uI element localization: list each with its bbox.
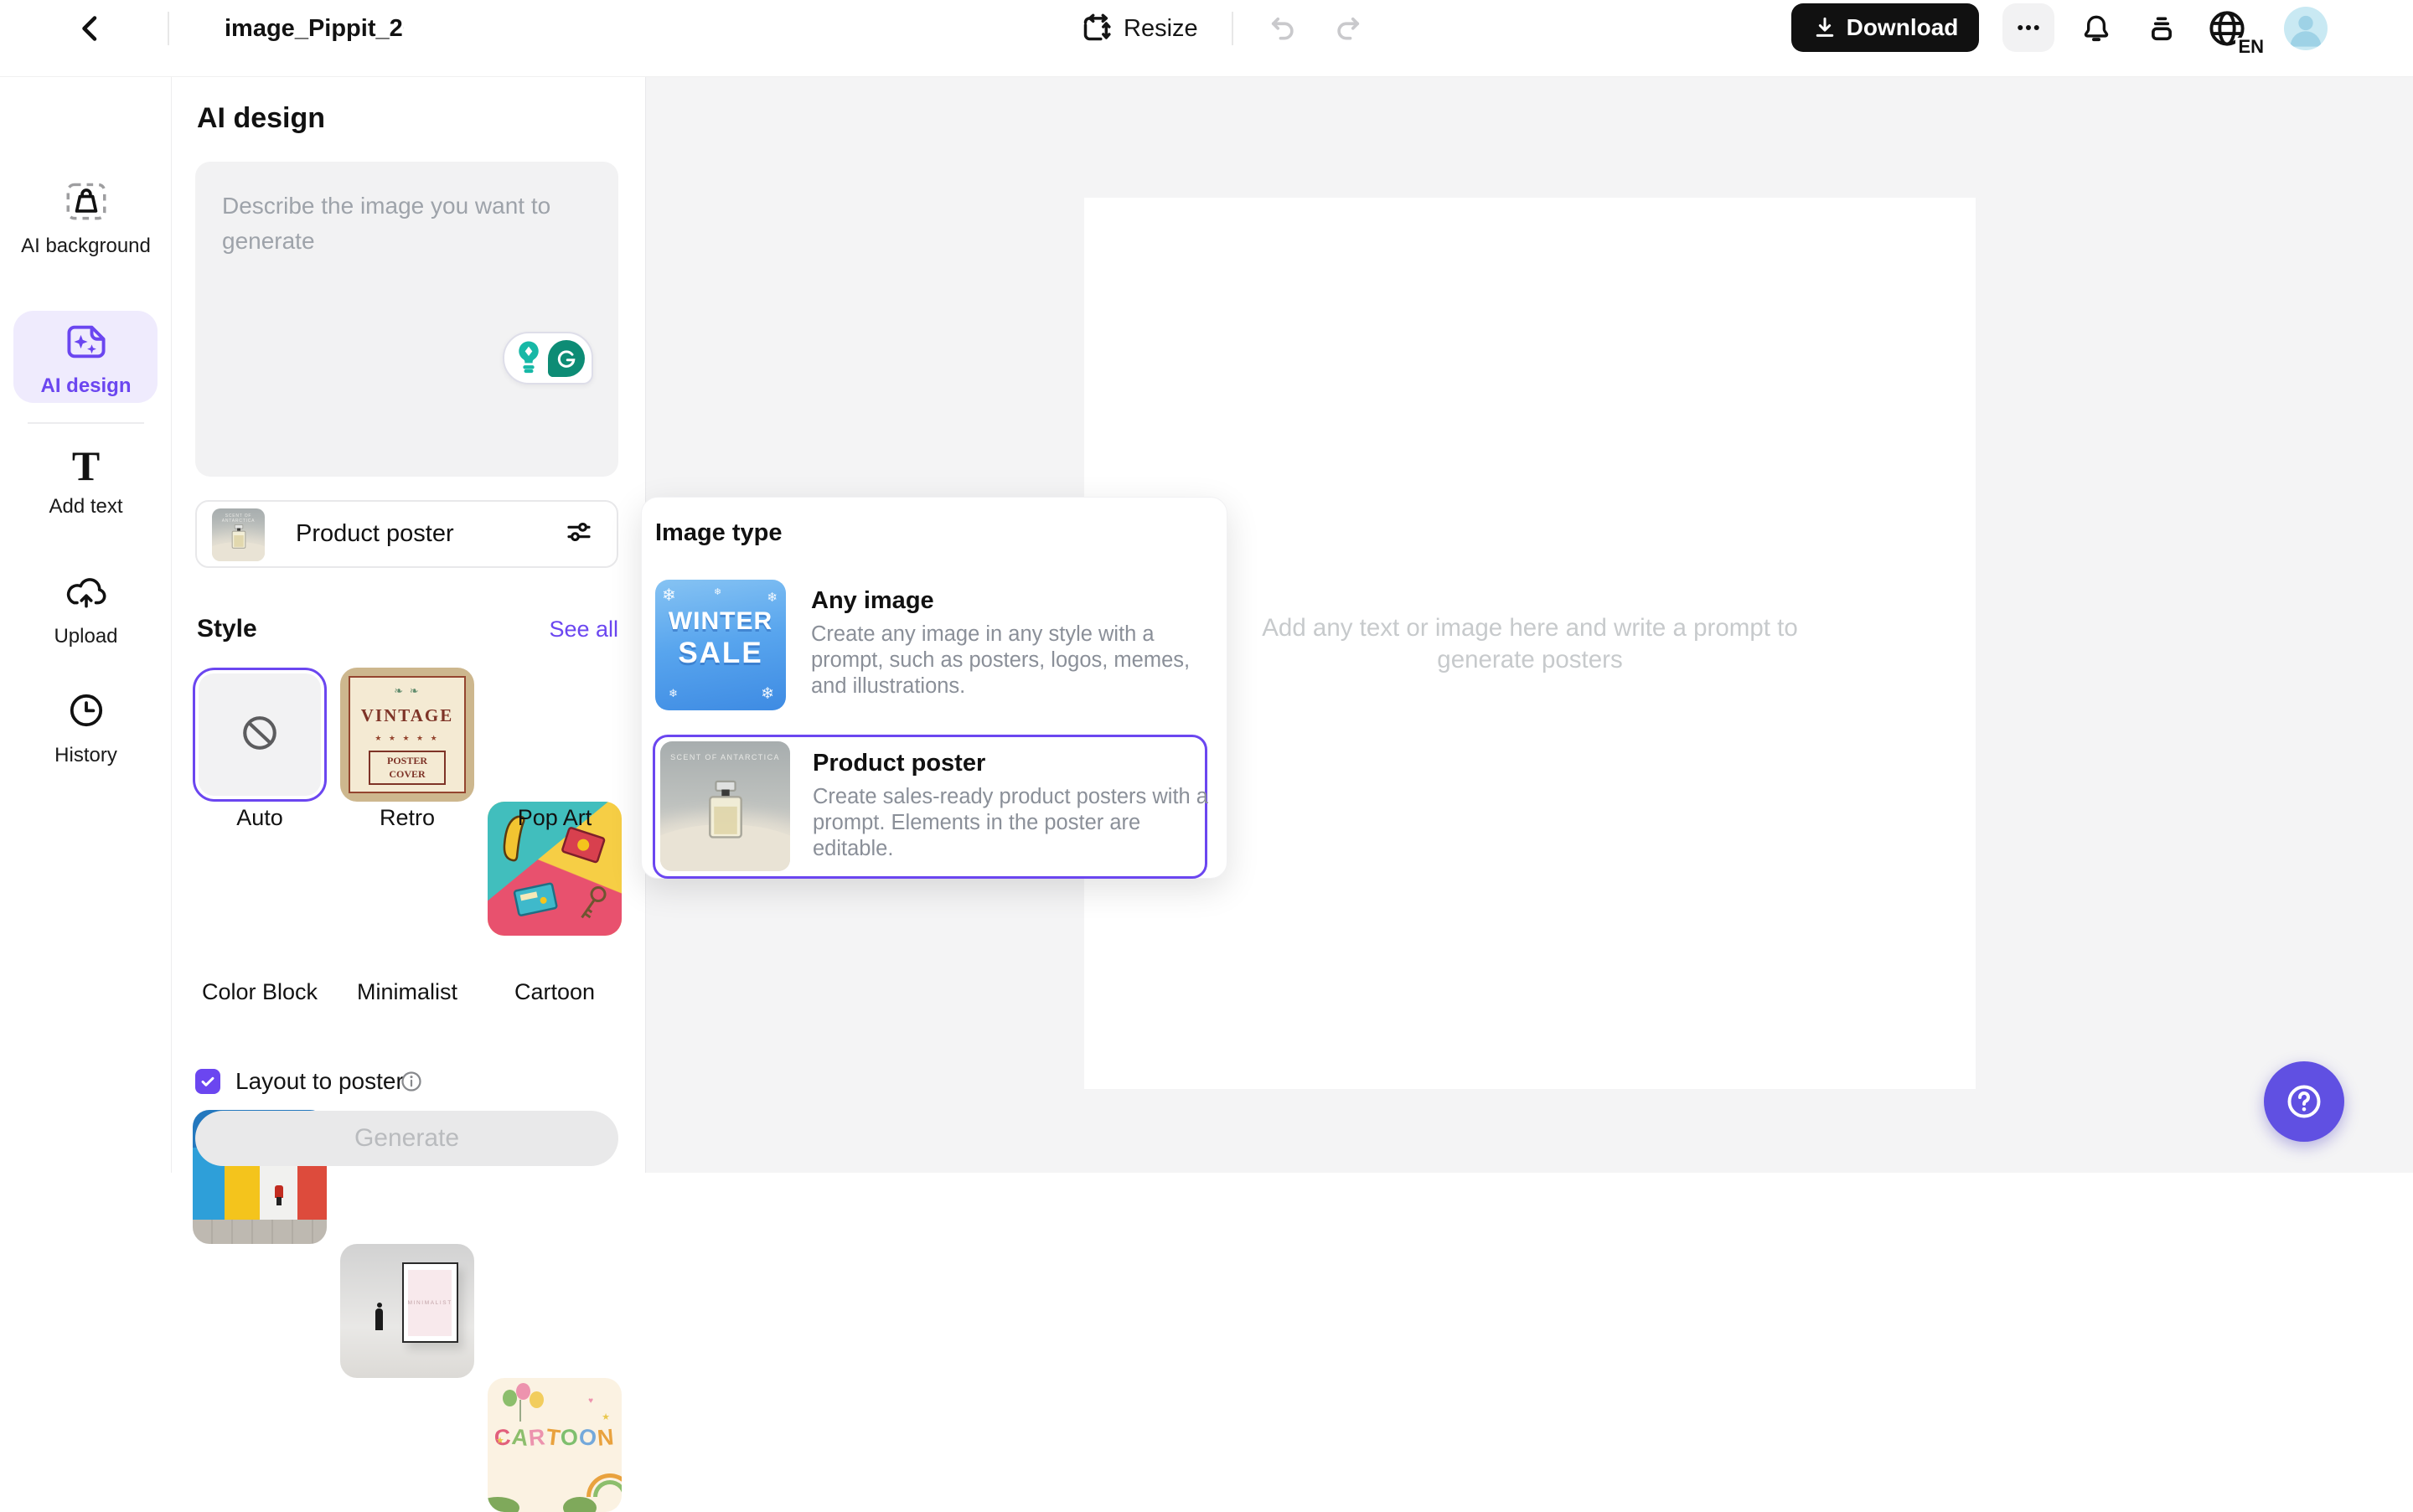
- sidebar-item-history[interactable]: History: [0, 690, 172, 768]
- topbar-divider: [1232, 12, 1233, 45]
- help-button[interactable]: [2264, 1061, 2344, 1142]
- spaces-button[interactable]: [2142, 8, 2182, 49]
- panel-title: AI design: [197, 102, 325, 135]
- retro-title-text: VINTAGE: [361, 705, 453, 726]
- grammarly-icon: [548, 340, 585, 377]
- download-button[interactable]: Download: [1791, 3, 1979, 52]
- style-label-auto: Auto: [186, 805, 333, 831]
- style-label-color-block: Color Block: [186, 979, 333, 1005]
- undo-icon: [1266, 12, 1298, 44]
- image-type-selected-label: Product poster: [296, 520, 454, 548]
- style-label-cartoon: Cartoon: [481, 979, 628, 1005]
- style-label-pop-art: Pop Art: [481, 805, 628, 831]
- sidebar: AI background AI design T Add text: [0, 77, 172, 1173]
- sidebar-item-ai-design[interactable]: AI design: [13, 311, 158, 403]
- language-button[interactable]: EN: [2205, 7, 2257, 54]
- option-description: Create any image in any style with a pro…: [811, 622, 1220, 699]
- minimalist-person: [375, 1308, 383, 1330]
- style-tile-cartoon[interactable]: CARTOON ★ ★ ♥: [488, 1378, 622, 1512]
- layout-to-poster-checkbox[interactable]: [195, 1069, 220, 1094]
- snowflake-icon: ❄: [669, 687, 678, 700]
- prompt-input[interactable]: [195, 162, 618, 477]
- sidebar-item-upload[interactable]: Upload: [0, 573, 172, 649]
- style-label-retro: Retro: [333, 805, 481, 831]
- person-icon: [2284, 7, 2328, 50]
- resize-icon: [1079, 12, 1113, 45]
- more-options-button[interactable]: [2002, 3, 2054, 52]
- image-type-popup: Image type ❄ ❄ ❄ ❄ ❄ WINTER SALE Any ima…: [641, 497, 1227, 879]
- snowflake-icon: ❄: [767, 590, 778, 605]
- redo-icon: [1333, 12, 1365, 44]
- document-title: image_Pippit_20: [225, 15, 404, 45]
- style-tile-auto[interactable]: [193, 668, 327, 802]
- option-description: Create sales-ready product posters with …: [813, 784, 1222, 862]
- sidebar-item-label: Upload: [54, 623, 117, 649]
- question-icon: [2283, 1081, 2325, 1122]
- sidebar-item-ai-background[interactable]: AI background: [0, 181, 172, 259]
- language-label: EN: [2235, 38, 2264, 56]
- back-button[interactable]: [70, 8, 111, 49]
- style-label-minimalist: Minimalist: [333, 979, 481, 1005]
- any-image-thumbnail: ❄ ❄ ❄ ❄ ❄ WINTER SALE: [655, 580, 786, 710]
- sidebar-item-label: AI background: [21, 233, 151, 259]
- retro-ornament: ❧ ❧: [394, 684, 420, 698]
- option-title: Any image: [811, 587, 934, 615]
- suggestion-lightbulb-icon: [512, 338, 545, 379]
- style-tile-minimalist[interactable]: MINIMALIST: [340, 1244, 474, 1378]
- snowflake-icon: ❄: [662, 585, 676, 606]
- none-icon: [238, 711, 282, 759]
- retro-box-text: POSTER COVER: [369, 751, 446, 785]
- redo-button[interactable]: [1328, 7, 1370, 49]
- topbar-divider: [168, 12, 169, 45]
- info-icon[interactable]: [400, 1070, 423, 1097]
- style-tile-retro[interactable]: ❧ ❧ VINTAGE ★ ★ ★ ★ ★ POSTER COVER: [340, 668, 474, 802]
- cartoon-word: CARTOON: [488, 1425, 622, 1451]
- sidebar-item-label: AI design: [40, 373, 131, 399]
- snowflake-icon: ❄: [714, 586, 721, 597]
- sidebar-item-ai-design-inner: AI design: [0, 323, 172, 399]
- product-poster-thumbnail: SCENT OF ANTARCTICA: [212, 508, 265, 561]
- sliders-icon: [565, 518, 593, 550]
- layout-to-poster-label: Layout to poster: [235, 1068, 404, 1095]
- prompt-box: [195, 162, 618, 477]
- chevron-left-icon: [74, 12, 107, 45]
- avatar[interactable]: [2284, 7, 2328, 50]
- product-poster-thumbnail-large: SCENT OF ANTARCTICA: [660, 741, 790, 871]
- sidebar-item-add-text[interactable]: T Add text: [0, 446, 172, 519]
- ai-design-icon: [65, 323, 108, 365]
- check-icon: [199, 1072, 217, 1091]
- sidebar-item-label: Add text: [49, 493, 122, 519]
- topbar: image_Pippit_20 Resize: [0, 0, 2413, 77]
- download-icon: [1812, 15, 1837, 40]
- sidebar-item-label: History: [54, 742, 117, 768]
- stack-icon: [2146, 13, 2178, 44]
- snowflake-icon: ❄: [761, 684, 774, 704]
- notifications-button[interactable]: [2076, 8, 2116, 49]
- option-title: Product poster: [813, 750, 985, 777]
- sidebar-divider: [28, 422, 144, 424]
- grammarly-widget[interactable]: [503, 332, 593, 384]
- resize-button[interactable]: Resize: [1079, 5, 1198, 52]
- see-all-link[interactable]: See all: [549, 617, 618, 642]
- cartoon-rainbow: [586, 1473, 622, 1497]
- popup-title: Image type: [655, 519, 783, 547]
- upload-icon: [64, 573, 109, 616]
- image-type-selector[interactable]: SCENT OF ANTARCTICA Product poster: [195, 500, 618, 568]
- color-block-person: [275, 1185, 283, 1198]
- bell-icon: [2080, 12, 2113, 45]
- image-type-option-product-poster[interactable]: SCENT OF ANTARCTICA Product poster Creat…: [653, 735, 1207, 879]
- style-heading: Style: [197, 615, 257, 643]
- ellipsis-icon: [2013, 13, 2044, 43]
- history-icon: [66, 690, 106, 735]
- generate-button[interactable]: Generate: [195, 1111, 618, 1166]
- add-text-icon: T: [72, 446, 100, 486]
- minimalist-caption: MINIMALIST: [408, 1300, 452, 1306]
- ai-background-icon: [65, 181, 107, 225]
- app-root: Add any text or image here and write a p…: [0, 0, 2413, 1173]
- image-type-option-any-image[interactable]: ❄ ❄ ❄ ❄ ❄ WINTER SALE Any image Create a…: [654, 579, 1217, 711]
- undo-button[interactable]: [1261, 7, 1303, 49]
